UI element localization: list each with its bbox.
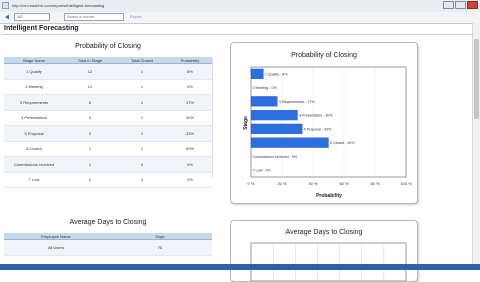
cell-stage: 1 Qualify — [4, 63, 64, 80]
x-tick-label: 40 % — [308, 181, 318, 186]
x-axis-label: Probability — [316, 193, 342, 199]
minimize-button[interactable] — [443, 1, 454, 9]
page-title: Intelligent Forecasting — [4, 25, 79, 32]
avg-days-chart-frame: Average Days to Closing — [230, 220, 418, 282]
cell-total: 0 — [64, 172, 116, 188]
chart-title: Probability of Closing — [291, 52, 357, 59]
table-row: 4 Presentation 3 1 30% — [4, 110, 212, 126]
table-row: 2 Meeting 12 1 0% — [4, 79, 212, 95]
cell-total: 1 — [64, 141, 116, 157]
table-row: Commissions received 1 0 0% — [4, 156, 212, 173]
plot-area — [250, 66, 407, 178]
page-scrollbar[interactable] — [472, 23, 480, 270]
report-toolbar: 1/2 Select a format Export — [0, 12, 480, 24]
taskbar — [0, 264, 480, 270]
bar — [250, 123, 303, 134]
cell-closed: 1 — [116, 110, 168, 126]
bar — [250, 68, 264, 79]
window-buttons — [443, 1, 478, 9]
avg-plot-area — [250, 242, 407, 281]
probability-table: Stage Name Total in Stage Total Closed P… — [4, 57, 212, 188]
scrollbar-thumb[interactable] — [474, 39, 479, 119]
bar-data-label: 7 Lost - 0% — [253, 169, 272, 173]
format-select[interactable]: Select a format — [64, 13, 124, 21]
table-row: 3 Requirements 6 1 17% — [4, 94, 212, 111]
cell-total: 6 — [64, 94, 116, 111]
cell-stage: 6 Closed — [4, 141, 64, 157]
page-icon — [2, 2, 9, 9]
cell-closed: 0 — [116, 172, 168, 188]
x-tick-label: 100 % — [400, 181, 412, 186]
cell-closed: 1 — [116, 63, 168, 80]
avg-chart-title: Average Days to Closing — [286, 229, 363, 236]
table-row: 6 Closed 1 1 50% — [4, 141, 212, 157]
cell-days: 75 — [108, 239, 212, 256]
x-tick-label: 60 % — [339, 181, 349, 186]
probability-section-title: Probability of Closing — [75, 43, 141, 50]
cell-total: 2 — [64, 125, 116, 142]
bar — [250, 110, 298, 121]
bar-data-label: 6 Closed - 50% — [330, 141, 355, 145]
probability-chart: Probability of Closing Stage Probability… — [243, 52, 412, 199]
cell-total: 12 — [64, 63, 116, 80]
maximize-button[interactable] — [455, 1, 466, 9]
avg-days-section-title: Average Days to Closing — [69, 219, 147, 226]
cell-probability: 30% — [168, 110, 212, 126]
cell-probability: 50% — [168, 141, 212, 157]
table-divider — [212, 58, 213, 178]
table-row: 5 Proposal 2 1 33% — [4, 125, 212, 142]
cell-probability: 8% — [168, 63, 212, 80]
bar-data-label: 4 Presentation - 30% — [299, 114, 333, 118]
bar — [250, 96, 278, 107]
bar-data-label: 2 Meeting - 0% — [253, 86, 278, 90]
cell-stage: 4 Presentation — [4, 110, 64, 126]
cell-stage: 5 Proposal — [4, 125, 64, 142]
title-divider — [2, 34, 474, 35]
cell-employee: All Users — [4, 239, 108, 256]
cell-probability: 33% — [168, 125, 212, 142]
address-text[interactable]: http://crm.eastern.com/reports/intellige… — [12, 1, 104, 10]
x-tick-label: 20 % — [277, 181, 287, 186]
back-arrow-icon[interactable] — [4, 14, 10, 20]
bar-data-label: 5 Proposal - 33% — [304, 127, 332, 131]
cell-probability: 0% — [168, 172, 212, 188]
cell-total: 1 — [64, 156, 116, 173]
bar-data-label: 1 Qualify - 8% — [265, 72, 288, 76]
probability-chart-frame: Probability of Closing Stage Probability… — [230, 42, 418, 204]
table-row: 1 Qualify 12 1 8% — [4, 63, 212, 80]
cell-stage: 2 Meeting — [4, 79, 64, 95]
table-row: 7 Lost 0 0 0% — [4, 172, 212, 188]
cell-stage: Commissions received — [4, 156, 64, 173]
cell-closed: 0 — [116, 156, 168, 173]
page-select[interactable]: 1/2 — [14, 13, 50, 21]
table-row: All Users 75 — [4, 239, 212, 256]
cell-probability: 0% — [168, 156, 212, 173]
x-tick-label: 80 % — [370, 181, 380, 186]
cell-closed: 1 — [116, 94, 168, 111]
avg-days-chart: Average Days to Closing — [250, 229, 407, 281]
cell-probability: 17% — [168, 94, 212, 111]
avg-days-table: Employee Name Days All Users 75 — [4, 233, 212, 256]
cell-total: 12 — [64, 79, 116, 95]
bar-data-label: Commissions received - 0% — [253, 155, 298, 159]
x-tick-label: 0 % — [248, 181, 255, 186]
cell-stage: 7 Lost — [4, 172, 64, 188]
cell-closed: 1 — [116, 79, 168, 95]
y-axis-label: Stage — [243, 116, 249, 130]
cell-closed: 1 — [116, 125, 168, 142]
cell-closed: 1 — [116, 141, 168, 157]
cell-total: 3 — [64, 110, 116, 126]
bar-data-label: 3 Requirements - 17% — [279, 100, 316, 104]
close-button[interactable] — [467, 1, 478, 9]
cell-probability: 0% — [168, 79, 212, 95]
cell-stage: 3 Requirements — [4, 94, 64, 111]
bar — [250, 137, 329, 148]
export-link[interactable]: Export — [130, 13, 142, 21]
